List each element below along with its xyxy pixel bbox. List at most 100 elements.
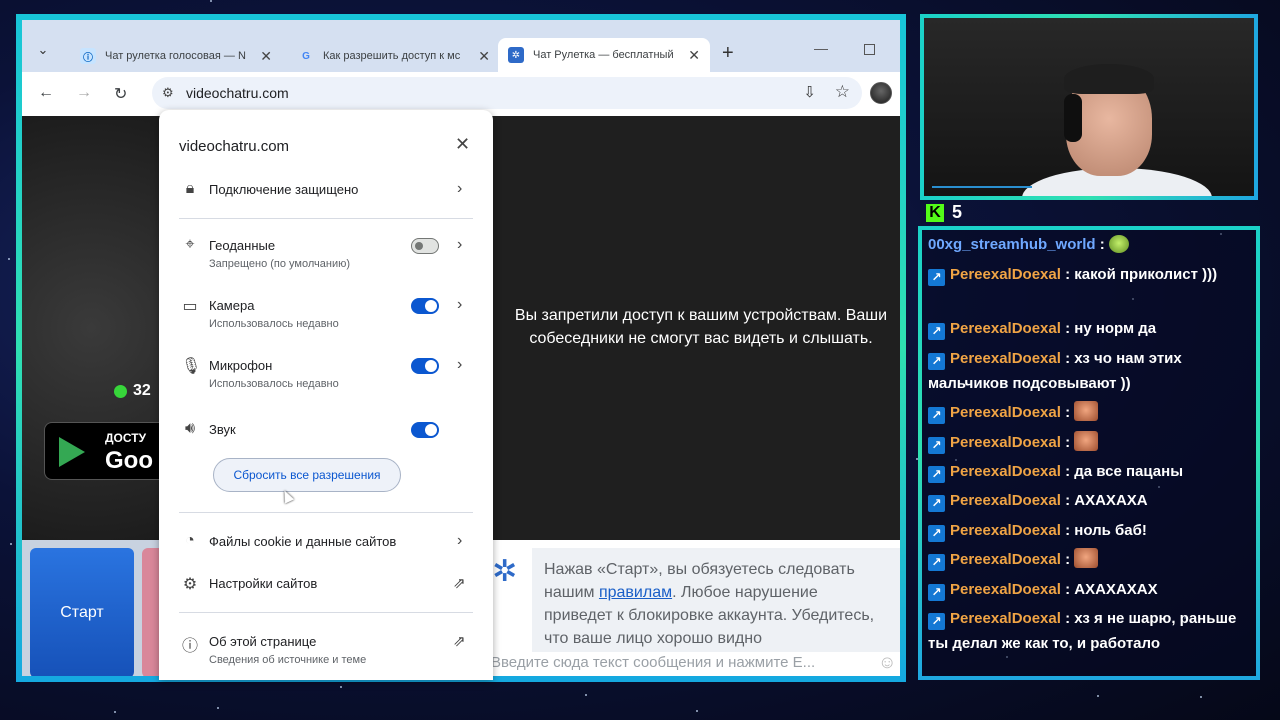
browser-window: ⌄ ⓘ Чат рулетка голосовая — N ✕ G Как ра… (16, 14, 906, 682)
gplay-brand: Goo (105, 447, 153, 474)
star (585, 694, 587, 696)
stream-chat-panel: 00xg_streamhub_world : ↗ PereexalDoexal :… (918, 226, 1260, 680)
address-bar[interactable]: ⚙ videochatru.com ⇩ ☆ (152, 77, 862, 109)
chevron-right-icon: › (457, 236, 463, 253)
permission-sub: Запрещено (по умолчанию) (209, 258, 351, 270)
tab-bar: ⌄ ⓘ Чат рулетка голосовая — N ✕ G Как ра… (22, 20, 900, 72)
chevron-right-icon: › (457, 296, 463, 313)
chat-message: ↗ PereexalDoexal : (928, 400, 1254, 425)
permission-geolocation[interactable]: ⌖ Геоданные Запрещено (по умолчанию) › (159, 228, 493, 276)
cookie-icon: ◔ (185, 532, 195, 549)
chat-username: PereexalDoexal (950, 350, 1061, 367)
permission-microphone[interactable]: 🎙︎ Микрофон Использовалось недавно › (159, 348, 493, 396)
emoji-icon[interactable]: ☺ (878, 652, 896, 673)
about-label: Об этой странице (209, 634, 317, 649)
chat-message: ↗ PereexalDoexal : АХАХАХАХ (928, 577, 1254, 602)
site-settings-label: Настройки сайтов (209, 576, 318, 591)
chat-text: АХАХАХАХ (1074, 581, 1158, 598)
tab-list-chevron-icon[interactable]: ⌄ (32, 39, 54, 61)
gear-icon: ⚙ (182, 576, 198, 593)
star (696, 710, 698, 712)
microphone-toggle[interactable] (411, 358, 439, 374)
emote-icon (1074, 431, 1099, 451)
access-denied-message: Вы запретили доступ к вашим устройствам.… (514, 307, 888, 347)
geolocation-toggle[interactable] (411, 238, 439, 254)
external-link-icon: ⇗ (453, 575, 466, 592)
emote-icon (1108, 235, 1129, 253)
chat-text: ну норм да (1074, 320, 1157, 337)
reset-permissions-button[interactable]: Сбросить все разрешения (213, 458, 401, 492)
rules-link[interactable]: правилам (599, 584, 672, 601)
permission-label: Микрофон (209, 358, 273, 373)
permission-sound[interactable]: 🔊︎ Звук (159, 412, 493, 446)
connection-secure-row[interactable]: 🔒︎ Подключение защищено › (159, 170, 493, 206)
gplay-caption: ДОСТУ (105, 431, 147, 445)
forward-icon[interactable]: → (76, 84, 92, 102)
star (10, 543, 12, 545)
chat-username: PereexalDoexal (950, 463, 1061, 480)
star (114, 711, 116, 713)
speaker-icon: 🔊︎ (184, 420, 196, 437)
chat-message: ↗ PereexalDoexal : (928, 547, 1254, 572)
tab-close-icon[interactable]: ✕ (688, 47, 700, 64)
tab-favicon-icon: ⓘ (80, 48, 96, 64)
lock-icon: 🔒︎ (185, 180, 195, 197)
subscriber-badge-icon: ↗ (928, 613, 945, 630)
star (217, 707, 219, 709)
kick-logo-icon: K (926, 203, 944, 222)
divider (179, 512, 473, 513)
google-play-badge[interactable]: ДОСТУ Goo (44, 422, 160, 480)
reload-icon[interactable]: ↻ (114, 84, 127, 104)
cookies-row[interactable]: ◔ Файлы cookie и данные сайтов › (159, 522, 493, 558)
site-settings-row[interactable]: ⚙ Настройки сайтов ⇗ (159, 564, 493, 600)
viewer-counter: K 5 (926, 202, 962, 223)
star (1097, 695, 1099, 697)
tab-title: Чат Рулетка — бесплатный (533, 49, 674, 61)
back-icon[interactable]: ← (38, 84, 54, 102)
popup-domain: videochatru.com (179, 138, 290, 155)
profile-avatar[interactable] (870, 82, 892, 104)
chat-text: ноль баб! (1074, 522, 1147, 539)
permission-camera[interactable]: ▭ Камера Использовалось недавно › (159, 288, 493, 336)
new-tab-button[interactable]: + (722, 42, 734, 65)
online-counter: 32 (114, 382, 151, 400)
chevron-right-icon: › (457, 356, 463, 373)
camera-toggle[interactable] (411, 298, 439, 314)
chevron-right-icon: › (457, 532, 463, 549)
install-app-icon[interactable]: ⇩ (803, 83, 816, 101)
emote-icon (1074, 401, 1099, 421)
star (210, 0, 212, 2)
chevron-right-icon: › (457, 180, 463, 197)
permission-sub: Использовалось недавно (209, 378, 339, 390)
external-link-icon: ⇗ (453, 633, 466, 650)
maximize-icon[interactable] (864, 44, 875, 55)
subscriber-badge-icon: ↗ (928, 495, 945, 512)
start-button[interactable]: Старт (30, 548, 134, 676)
subscriber-badge-icon: ↗ (928, 269, 945, 286)
sound-toggle[interactable] (411, 422, 439, 438)
tab-close-icon[interactable]: ✕ (260, 48, 272, 65)
popup-close-icon[interactable]: ✕ (455, 134, 470, 155)
online-count: 32 (133, 382, 151, 399)
connection-label: Подключение защищено (209, 182, 359, 197)
tab-close-icon[interactable]: ✕ (478, 48, 490, 65)
chat-text: какой приколист ))) (1074, 266, 1218, 283)
webcam-frame-accent (932, 186, 1032, 188)
subscriber-badge-icon: ↗ (928, 353, 945, 370)
bookmark-star-icon[interactable]: ☆ (835, 82, 850, 102)
star (340, 686, 342, 688)
tab-voice-chat[interactable]: ⓘ Чат рулетка голосовая — N ✕ (70, 42, 282, 70)
star (1200, 696, 1202, 698)
minimize-icon[interactable]: — (814, 40, 828, 56)
chat-username: PereexalDoexal (950, 551, 1061, 568)
message-input[interactable]: Введите сюда текст сообщения и нажмите E… (487, 652, 900, 676)
site-info-icon[interactable]: ⚙ (162, 85, 174, 101)
permission-label: Камера (209, 298, 255, 313)
chat-username: PereexalDoexal (950, 320, 1061, 337)
tab-google-search[interactable]: G Как разрешить доступ к мс ✕ (288, 42, 500, 70)
google-favicon-icon: G (302, 50, 310, 62)
tab-chat-roulette[interactable]: ✲ Чат Рулетка — бесплатный ✕ (498, 38, 710, 72)
mic-icon: 🎙︎ (181, 358, 202, 375)
about-page-row[interactable]: ⓘ Об этой странице Сведения об источнике… (159, 622, 493, 670)
camera-icon: ▭ (182, 298, 198, 315)
